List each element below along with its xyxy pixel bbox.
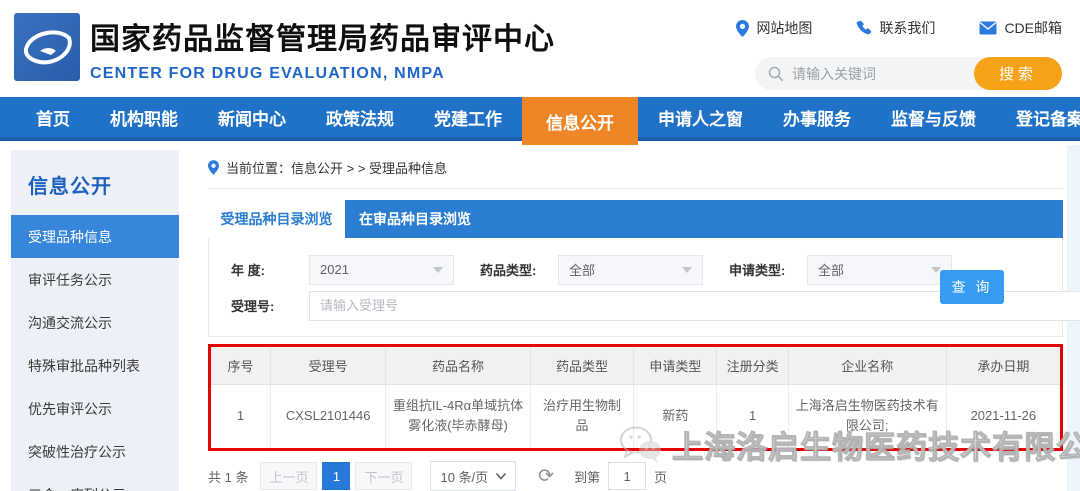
sidebar-item-review-tasks[interactable]: 审评任务公示 (11, 258, 179, 301)
acceptance-no-label: 受理号: (231, 299, 275, 314)
cell-index: 1 (211, 384, 271, 448)
header-quick-links: 网站地图 联系我们 CDE邮箱 (736, 18, 1062, 38)
sidebar: 信息公开 受理品种信息 审评任务公示 沟通交流公示 特殊审批品种列表 优先审评公… (11, 150, 179, 491)
year-select[interactable]: 2021 (309, 254, 454, 285)
cell-drug-name: 重组抗IL-4Rα单域抗体雾化液(毕赤酵母) (385, 384, 531, 448)
col-header-acceptance-no: 受理号 (270, 347, 387, 385)
highlighted-result-box: 序号 受理号 药品名称 药品类型 申请类型 注册分类 企业名称 承办日期 1 C… (208, 344, 1063, 451)
main-nav: 首页 机构职能 新闻中心 政策法规 党建工作 信息公开 申请人之窗 办事服务 监… (0, 97, 1080, 145)
goto-page-input[interactable] (608, 462, 647, 490)
sitemap-link[interactable]: 网站地图 (736, 18, 812, 38)
pagination-total: 共 1 条 (208, 469, 249, 485)
cde-logo-icon (23, 30, 72, 65)
chevron-down-icon (433, 266, 443, 273)
col-header-index: 序号 (211, 347, 271, 385)
chevron-down-icon (682, 266, 692, 273)
sidebar-item-communication[interactable]: 沟通交流公示 (11, 301, 179, 344)
site-subtitle: CENTER FOR DRUG EVALUATION, NMPA (90, 65, 445, 82)
search-button[interactable]: 搜索 (974, 57, 1062, 90)
nav-item-party[interactable]: 党建工作 (414, 97, 522, 137)
sidebar-item-special-approval[interactable]: 特殊审批品种列表 (11, 344, 179, 387)
col-header-apply-type: 申请类型 (633, 347, 718, 385)
col-header-drug-name: 药品名称 (385, 347, 531, 385)
filter-row-1: 年 度: 2021 药品类型: 全部 申请类型: 全部 (231, 254, 1062, 285)
nav-item-home[interactable]: 首页 (16, 97, 90, 137)
drug-type-label: 药品类型: (480, 263, 537, 278)
sidebar-item-priority-review[interactable]: 优先审评公示 (11, 387, 179, 430)
breadcrumb-text: 当前位置：信息公开 > > 受理品种信息 (226, 161, 448, 176)
page: 国家药品监督管理局药品审评中心 CENTER FOR DRUG EVALUATI… (0, 0, 1080, 491)
pagination: 共 1 条 上一页 1 下一页 10 条/页 ⟳ 到第 页 (208, 461, 1063, 491)
nav-item-registration-platform[interactable]: 登记备案平台 (996, 97, 1080, 137)
drug-type-select[interactable]: 全部 (558, 254, 703, 285)
col-header-date: 承办日期 (946, 347, 1060, 385)
tab-bar: 受理品种目录浏览 在审品种目录浏览 (208, 200, 1063, 238)
year-select-value: 2021 (320, 262, 349, 277)
site-title-block: 国家药品监督管理局药品审评中心 CENTER FOR DRUG EVALUATI… (90, 14, 555, 83)
nav-item-services[interactable]: 办事服务 (763, 97, 871, 137)
header-search-bar: 搜索 (755, 57, 1062, 90)
nav-item-policy[interactable]: 政策法规 (306, 97, 414, 137)
cde-mail-label: CDE邮箱 (1004, 20, 1062, 36)
mail-icon (979, 21, 997, 35)
chevron-down-icon (496, 472, 506, 480)
tab-under-review-catalog[interactable]: 在审品种目录浏览 (345, 200, 485, 238)
nav-item-news[interactable]: 新闻中心 (198, 97, 306, 137)
sidebar-item-accepted-varieties[interactable]: 受理品种信息 (11, 215, 179, 258)
site-title: 国家药品监督管理局药品审评中心 (90, 23, 555, 56)
search-icon (768, 66, 784, 81)
apply-type-select[interactable]: 全部 (807, 254, 952, 285)
cell-acceptance-no: CXSL2101446 (270, 384, 387, 448)
sitemap-label: 网站地图 (756, 20, 813, 36)
col-header-drug-type: 药品类型 (530, 347, 635, 385)
cell-apply-type: 新药 (633, 384, 718, 448)
prev-page-button[interactable]: 上一页 (260, 462, 318, 490)
apply-type-select-value: 全部 (818, 263, 845, 278)
breadcrumb: 当前位置：信息公开 > > 受理品种信息 (208, 158, 1063, 189)
contact-label: 联系我们 (879, 20, 936, 36)
main-content: 当前位置：信息公开 > > 受理品种信息 受理品种目录浏览 在审品种目录浏览 年… (208, 158, 1080, 491)
cell-company: 上海洛启生物医药技术有限公司; (788, 384, 947, 448)
filter-row-2: 受理号: 药品名称: 企业名称: (231, 290, 1080, 321)
contact-link[interactable]: 联系我们 (856, 18, 935, 38)
goto-page-unit: 页 (654, 469, 668, 485)
nav-item-applicant[interactable]: 申请人之窗 (638, 97, 763, 137)
apply-type-label: 申请类型: (729, 263, 786, 278)
page-size-value: 10 条/页 (440, 469, 489, 485)
refresh-icon[interactable]: ⟳ (538, 467, 554, 486)
col-header-registration-class: 注册分类 (716, 347, 789, 385)
nav-item-supervision[interactable]: 监督与反馈 (871, 97, 996, 137)
page-number-1[interactable]: 1 (322, 462, 351, 490)
phone-icon (857, 20, 872, 35)
cde-logo (14, 13, 80, 81)
search-input[interactable] (784, 57, 974, 90)
sidebar-item-three-in-one[interactable]: 三合一序列公示 (11, 473, 179, 491)
cell-drug-type: 治疗用生物制品 (530, 384, 635, 448)
next-page-button[interactable]: 下一页 (355, 462, 413, 490)
sidebar-item-breakthrough-therapy[interactable]: 突破性治疗公示 (11, 430, 179, 473)
drug-type-select-value: 全部 (569, 263, 596, 278)
location-pin-icon (736, 19, 750, 37)
cell-registration-class: 1 (716, 384, 789, 448)
sidebar-title: 信息公开 (28, 176, 112, 198)
year-label: 年 度: (231, 263, 265, 278)
filter-panel: 年 度: 2021 药品类型: 全部 申请类型: 全部 受理号: 请输入受理号 … (208, 238, 1080, 337)
cell-date: 2021-11-26 (970, 408, 1037, 424)
location-pin-icon (208, 160, 219, 175)
col-header-company: 企业名称 (788, 347, 947, 385)
table-header-row: 序号 受理号 药品名称 药品类型 申请类型 注册分类 企业名称 承办日期 (211, 347, 1060, 385)
table-row[interactable]: 1 CXSL2101446 重组抗IL-4Rα单域抗体雾化液(毕赤酵母) 治疗用… (211, 384, 1060, 448)
page-size-select[interactable]: 10 条/页 (430, 461, 517, 491)
tab-accepted-catalog[interactable]: 受理品种目录浏览 (208, 200, 345, 238)
header: 国家药品监督管理局药品审评中心 CENTER FOR DRUG EVALUATI… (0, 0, 1080, 97)
goto-page-label: 到第 (574, 469, 601, 485)
nav-item-functions[interactable]: 机构职能 (90, 97, 198, 137)
results-table: 序号 受理号 药品名称 药品类型 申请类型 注册分类 企业名称 承办日期 1 C… (211, 347, 1060, 448)
nav-item-info-disclosure[interactable]: 信息公开 (522, 97, 638, 145)
query-button[interactable]: 查 询 (940, 270, 1004, 304)
cde-mail-link[interactable]: CDE邮箱 (979, 18, 1062, 38)
